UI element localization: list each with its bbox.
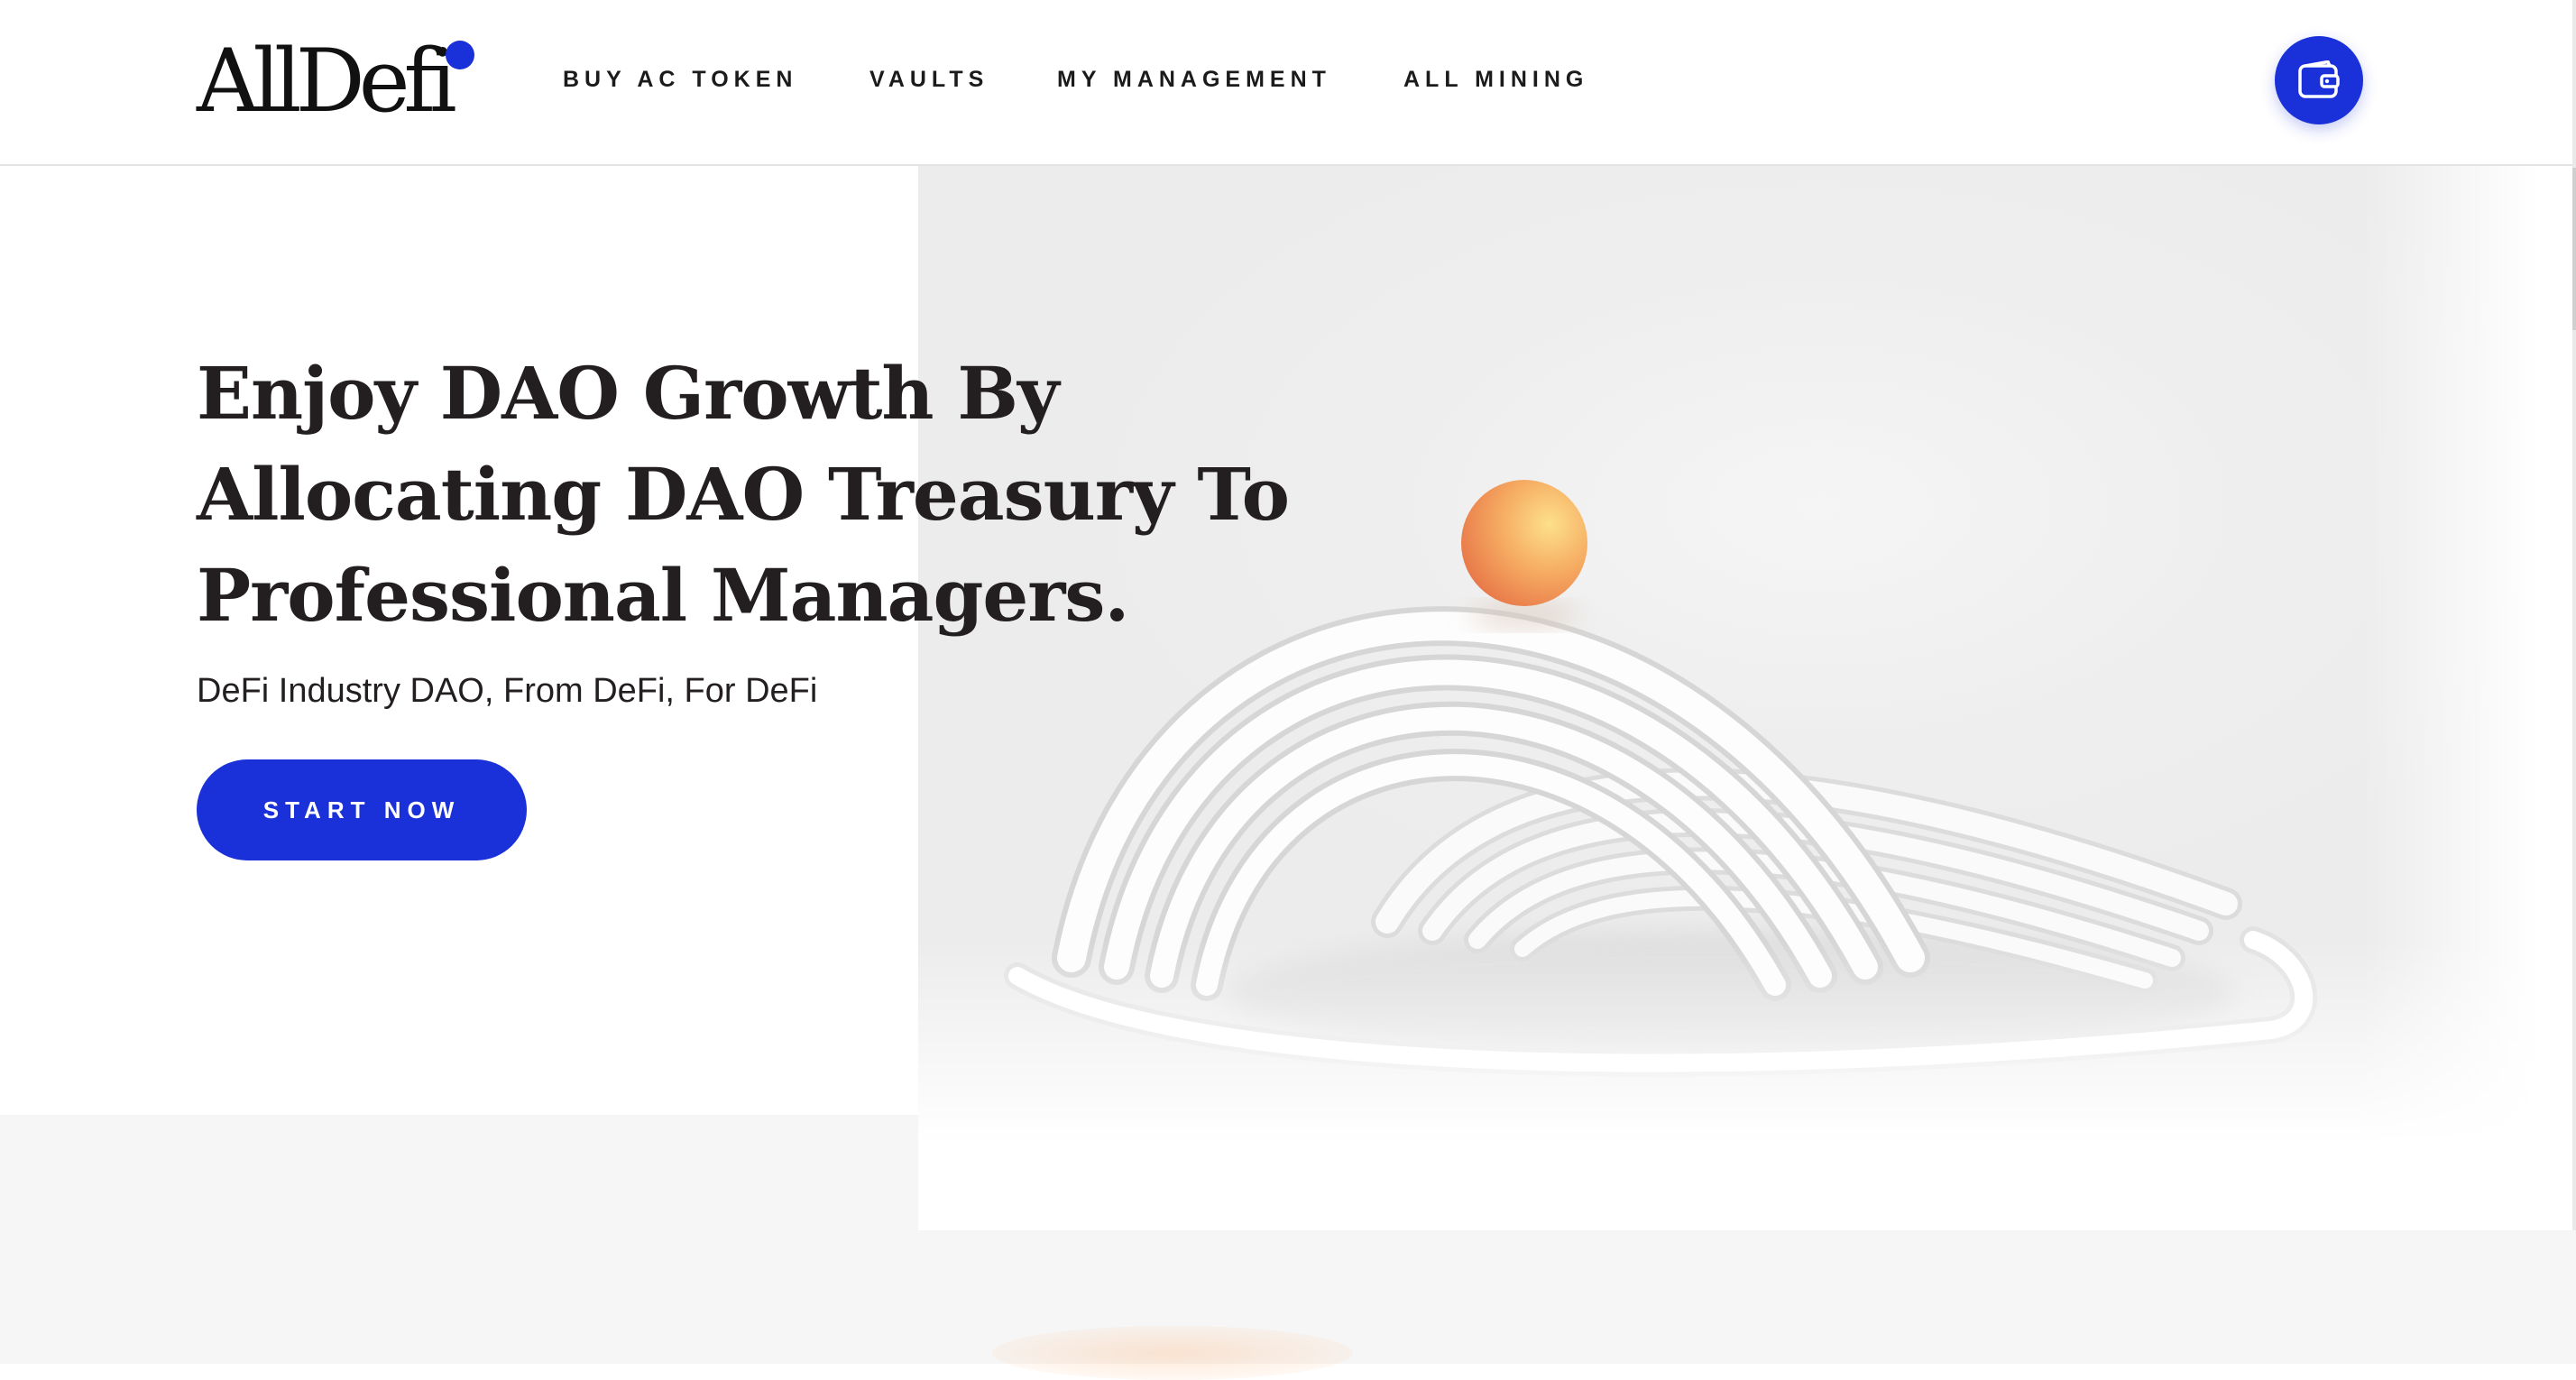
hero-title: Enjoy DAO Growth By Allocating DAO Treas… — [197, 351, 1290, 638]
wallet-icon — [2298, 60, 2340, 98]
scrollbar-thumb[interactable] — [2572, 168, 2576, 330]
start-now-button[interactable]: START NOW — [197, 759, 527, 860]
nav-my-management[interactable]: MY MANAGEMENT — [1057, 63, 1331, 96]
next-section-glow — [992, 1326, 1353, 1380]
nav-buy-ac-token[interactable]: BUY AC TOKEN — [563, 63, 797, 96]
logo-text: AllDefi — [197, 31, 457, 132]
logo-dot — [446, 41, 474, 69]
orange-sphere — [1461, 480, 1587, 606]
nav-all-mining[interactable]: ALL MINING — [1403, 63, 1588, 96]
nav-vaults[interactable]: VAULTS — [869, 63, 989, 96]
site-header: AllDefi BUY AC TOKEN VAULTS MY MANAGEMEN… — [0, 0, 2572, 166]
hero-illustration — [918, 164, 2572, 1230]
connect-wallet-button[interactable] — [2275, 36, 2363, 124]
illustration-floor-fade — [918, 940, 2572, 1230]
section-background — [0, 1115, 918, 1364]
hero-subtitle: DeFi Industry DAO, From DeFi, For DeFi — [197, 672, 818, 710]
alldefi-logo[interactable]: AllDefi — [197, 36, 485, 126]
